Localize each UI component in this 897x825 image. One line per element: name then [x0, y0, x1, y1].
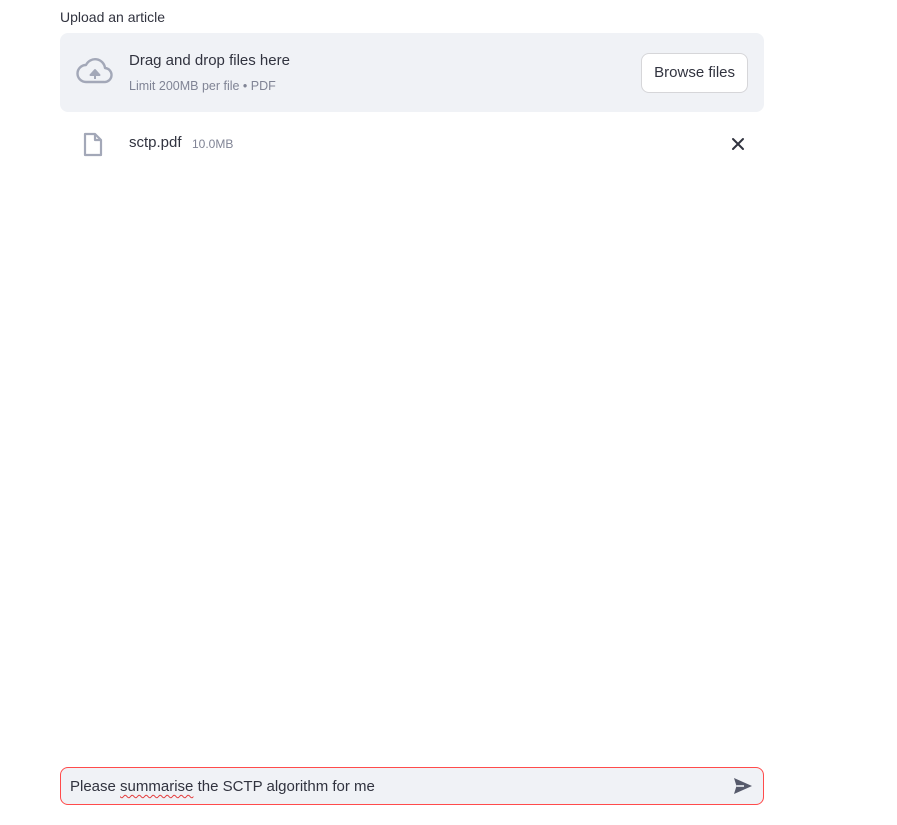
- browse-files-button[interactable]: Browse files: [641, 53, 748, 93]
- uploaded-file-row: sctp.pdf 10.0MB: [60, 124, 764, 164]
- page: Upload an article Drag and drop files he…: [0, 0, 897, 825]
- misspelled-word: summarise: [120, 778, 194, 795]
- remove-file-button[interactable]: [728, 134, 748, 154]
- close-icon: [732, 138, 744, 150]
- file-icon: [83, 132, 103, 157]
- dropzone-limit-text: Limit 200MB per file • PDF: [129, 79, 276, 93]
- chat-text-pre: Please: [70, 778, 121, 795]
- dropzone-title: Drag and drop files here: [129, 52, 290, 69]
- chat-text-post: the SCTP algorithm for me: [193, 778, 375, 795]
- send-icon: [734, 778, 752, 794]
- chat-input[interactable]: Please summarise the SCTP algorithm for …: [60, 767, 764, 805]
- uploaded-file-size: 10.0MB: [192, 137, 234, 151]
- cloud-upload-icon: [76, 57, 114, 87]
- uploaded-file-name: sctp.pdf: [129, 134, 182, 151]
- chat-input-value[interactable]: Please summarise the SCTP algorithm for …: [70, 778, 375, 795]
- file-dropzone[interactable]: Drag and drop files here Limit 200MB per…: [60, 33, 764, 112]
- send-button[interactable]: [733, 777, 753, 795]
- uploader-label: Upload an article: [60, 9, 166, 25]
